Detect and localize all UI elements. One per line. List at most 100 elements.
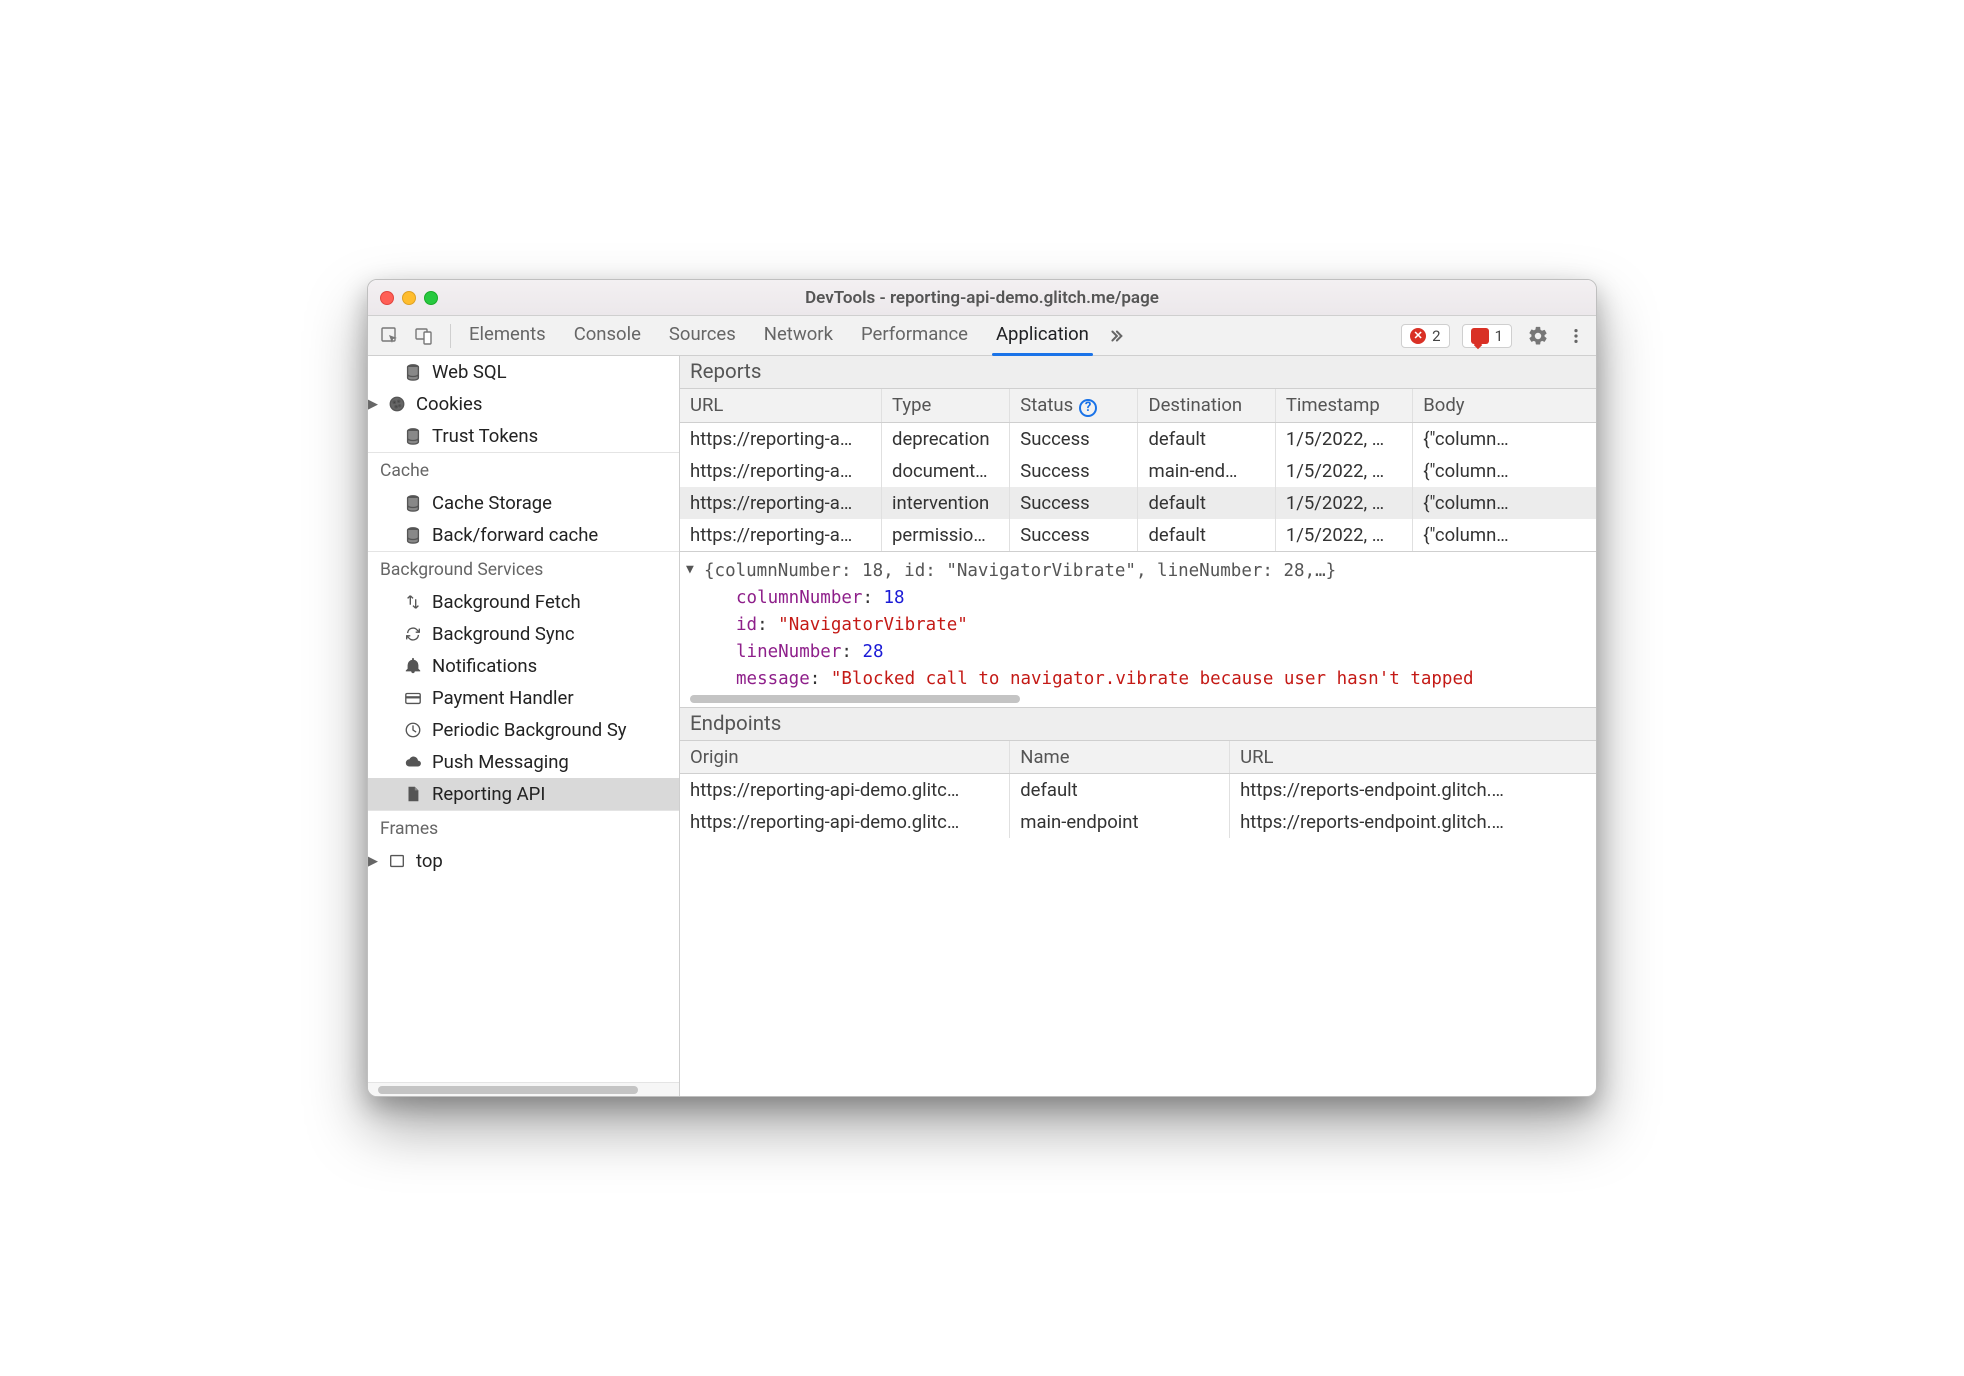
sidebar-item-label: Payment Handler (432, 687, 574, 709)
chevron-down-icon: ▼ (686, 560, 694, 580)
database-icon (404, 427, 422, 445)
cell-origin: https://reporting-api-demo.glitc… (680, 806, 1010, 838)
cell-timestamp: 1/5/2022, … (1275, 455, 1412, 487)
titlebar: DevTools - reporting-api-demo.glitch.me/… (368, 280, 1596, 316)
sync-icon (404, 625, 422, 643)
sidebar-item-notifications[interactable]: Notifications (368, 650, 679, 682)
col-status[interactable]: Status? (1010, 389, 1138, 422)
database-icon (404, 494, 422, 512)
cell-url: https://reporting-a… (680, 487, 882, 519)
sidebar-item-cookies[interactable]: ▶Cookies (368, 388, 679, 420)
sidebar-item-reporting-api[interactable]: Reporting API (368, 778, 679, 810)
cell-origin: https://reporting-api-demo.glitc… (680, 774, 1010, 807)
chevron-right-icon: ▶ (368, 854, 378, 869)
tab-application[interactable]: Application (994, 317, 1091, 355)
cell-body: {"column… (1413, 422, 1596, 455)
sidebar-item-push-messaging[interactable]: Push Messaging (368, 746, 679, 778)
sidebar-item-label: Trust Tokens (432, 425, 538, 447)
sidebar-item-periodic-background-sy[interactable]: Periodic Background Sy (368, 714, 679, 746)
frame-icon (388, 852, 406, 870)
cell-timestamp: 1/5/2022, … (1275, 422, 1412, 455)
cell-destination: main-end… (1138, 455, 1275, 487)
reports-table: URLTypeStatus?DestinationTimestampBody h… (680, 389, 1596, 551)
sidebar-item-label: Periodic Background Sy (432, 719, 627, 741)
sidebar-item-label: Notifications (432, 655, 537, 677)
sidebar-item-label: Cache Storage (432, 492, 552, 514)
table-row[interactable]: https://reporting-a…permissio…Successdef… (680, 519, 1596, 551)
clock-icon (404, 721, 422, 739)
sidebar-item-background-fetch[interactable]: Background Fetch (368, 586, 679, 618)
window-title: DevTools - reporting-api-demo.glitch.me/… (368, 288, 1596, 308)
application-sidebar: Web SQL▶CookiesTrust TokensCacheCache St… (368, 356, 680, 1096)
col-body[interactable]: Body (1413, 389, 1596, 422)
more-tabs-button[interactable] (1107, 327, 1125, 345)
col-url[interactable]: URL (1230, 741, 1596, 774)
table-row[interactable]: https://reporting-api-demo.glitc…default… (680, 774, 1596, 807)
sidebar-scrollbar[interactable] (368, 1082, 679, 1096)
sidebar-item-back-forward-cache[interactable]: Back/forward cache (368, 519, 679, 551)
col-name[interactable]: Name (1010, 741, 1230, 774)
cell-url: https://reports-endpoint.glitch.… (1230, 806, 1596, 838)
sidebar-item-payment-handler[interactable]: Payment Handler (368, 682, 679, 714)
database-icon (404, 363, 422, 381)
tab-network[interactable]: Network (762, 317, 835, 355)
sidebar-group-background-services: Background Services (368, 551, 679, 586)
report-body-detail[interactable]: ▼ {columnNumber: 18, id: "NavigatorVibra… (680, 551, 1596, 709)
sidebar-item-label: Background Sync (432, 623, 575, 645)
tab-console[interactable]: Console (572, 317, 643, 355)
sidebar-item-label: Back/forward cache (432, 524, 598, 546)
devtools-window: DevTools - reporting-api-demo.glitch.me/… (367, 279, 1597, 1097)
cell-body: {"column… (1413, 487, 1596, 519)
help-icon[interactable]: ? (1079, 399, 1097, 417)
cell-type: document… (882, 455, 1010, 487)
error-count-badge[interactable]: ✕2 (1401, 324, 1449, 348)
col-destination[interactable]: Destination (1138, 389, 1275, 422)
table-row[interactable]: https://reporting-a…interventionSuccessd… (680, 487, 1596, 519)
alert-count: 1 (1495, 327, 1503, 345)
col-url[interactable]: URL (680, 389, 882, 422)
cell-type: deprecation (882, 422, 1010, 455)
sidebar-item-cache-storage[interactable]: Cache Storage (368, 487, 679, 519)
detail-summary: {columnNumber: 18, id: "NavigatorVibrate… (704, 561, 1336, 581)
table-row[interactable]: https://reporting-a…deprecationSuccessde… (680, 422, 1596, 455)
col-timestamp[interactable]: Timestamp (1275, 389, 1412, 422)
endpoints-table: OriginNameURL https://reporting-api-demo… (680, 741, 1596, 838)
cell-destination: default (1138, 422, 1275, 455)
cell-type: permissio… (882, 519, 1010, 551)
sidebar-item-background-sync[interactable]: Background Sync (368, 618, 679, 650)
table-row[interactable]: https://reporting-api-demo.glitc…main-en… (680, 806, 1596, 838)
endpoints-header: Endpoints (680, 708, 1596, 741)
tab-sources[interactable]: Sources (667, 317, 738, 355)
cell-type: intervention (882, 487, 1010, 519)
cell-status: Success (1010, 519, 1138, 551)
fetch-icon (404, 593, 422, 611)
cell-name: default (1010, 774, 1230, 807)
reports-header: Reports (680, 356, 1596, 389)
detail-scrollbar[interactable] (690, 695, 1586, 705)
tab-elements[interactable]: Elements (467, 317, 548, 355)
tab-performance[interactable]: Performance (859, 317, 970, 355)
cell-body: {"column… (1413, 455, 1596, 487)
devtools-toolbar: Elements Console Sources Network Performance… (368, 316, 1596, 356)
more-actions-button[interactable] (1564, 324, 1588, 348)
cell-status: Success (1010, 422, 1138, 455)
cell-timestamp: 1/5/2022, … (1275, 487, 1412, 519)
cookie-icon (388, 395, 406, 413)
device-toggle-icon[interactable] (410, 324, 438, 348)
col-type[interactable]: Type (882, 389, 1010, 422)
sidebar-item-web-sql[interactable]: Web SQL (368, 356, 679, 388)
card-icon (404, 689, 422, 707)
sidebar-item-trust-tokens[interactable]: Trust Tokens (368, 420, 679, 452)
col-origin[interactable]: Origin (680, 741, 1010, 774)
alert-count-badge[interactable]: 1 (1462, 324, 1512, 348)
cell-destination: default (1138, 487, 1275, 519)
inspect-icon[interactable] (376, 324, 404, 348)
cloud-icon (404, 753, 422, 771)
sidebar-item-label: top (416, 850, 443, 872)
cell-body: {"column… (1413, 519, 1596, 551)
sidebar-group-frames: Frames (368, 810, 679, 845)
sidebar-item-top[interactable]: ▶ top (368, 845, 679, 877)
database-icon (404, 526, 422, 544)
table-row[interactable]: https://reporting-a…document…Successmain… (680, 455, 1596, 487)
settings-button[interactable] (1526, 324, 1550, 348)
